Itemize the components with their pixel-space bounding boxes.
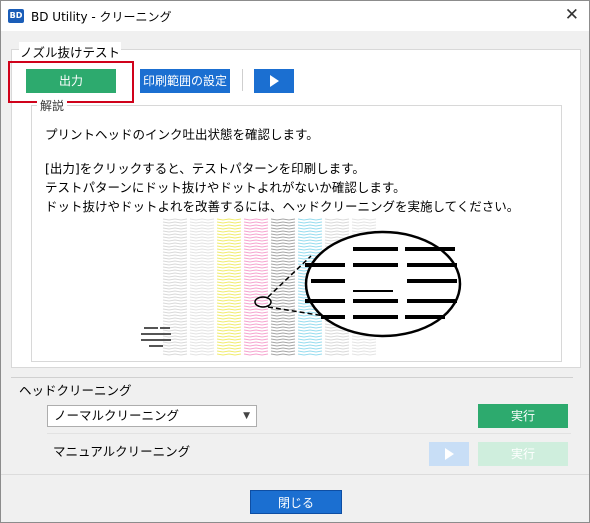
title-bar: BD BD Utility - クリーニング ✕	[1, 1, 589, 31]
cleaning-mode-select[interactable]: ノーマルクリーニング ▼	[47, 405, 257, 427]
manual-run-button[interactable]: 実行	[478, 442, 568, 466]
cleaning-run-button[interactable]: 実行	[478, 404, 568, 428]
cleaning-mode-value: ノーマルクリーニング	[54, 408, 180, 423]
play-icon	[269, 74, 279, 87]
explanation-line-2: [出力]をクリックすると、テストパターンを印刷します。	[45, 161, 365, 176]
output-button[interactable]: 出力	[26, 69, 116, 93]
footer-divider	[1, 474, 589, 475]
print-range-settings-button[interactable]: 印刷範囲の設定	[140, 69, 230, 93]
nozzle-test-title: ノズル抜けテスト	[19, 42, 122, 61]
magnifier-small-circle	[254, 296, 272, 308]
explanation-line-3: テストパターンにドット抜けやドットよれがないか確認します。	[45, 180, 406, 195]
nozzle-test-play-button[interactable]	[254, 69, 294, 93]
app-icon: BD	[8, 9, 24, 23]
nozzle-test-pattern-illustration	[141, 218, 462, 356]
play-icon	[444, 447, 454, 460]
close-button[interactable]: 閉じる	[250, 490, 342, 514]
head-cleaning-title: ヘッドクリーニング	[19, 383, 132, 398]
explanation-legend: 解説	[37, 97, 68, 114]
manual-cleaning-label: マニュアルクリーニング	[53, 444, 191, 459]
toolbar-separator	[242, 69, 243, 91]
manual-divider	[47, 433, 571, 434]
section-divider	[11, 377, 573, 378]
cleaning-dialog: BD BD Utility - クリーニング ✕ ノズル抜けテスト 出力 印刷範…	[0, 0, 590, 523]
manual-play-button[interactable]	[429, 442, 469, 466]
close-window-button[interactable]: ✕	[565, 5, 579, 25]
explanation-line-1: プリントヘッドのインク吐出状態を確認します。	[45, 127, 319, 142]
window-title: BD Utility - クリーニング	[31, 10, 172, 24]
chevron-down-icon: ▼	[243, 411, 250, 421]
